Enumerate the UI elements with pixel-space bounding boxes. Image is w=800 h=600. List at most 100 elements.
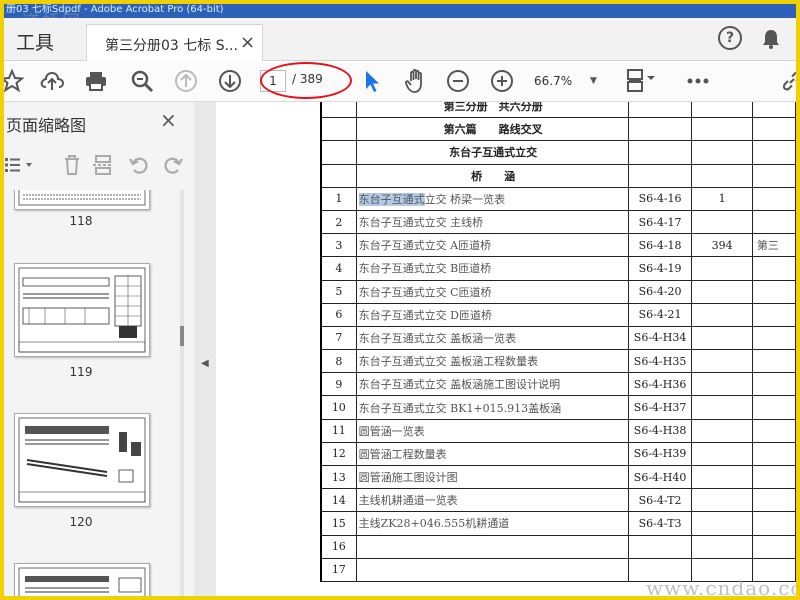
- drawing-code: S6-4-T3: [627, 511, 693, 536]
- row-number: 16: [320, 534, 357, 559]
- trash-icon[interactable]: [62, 154, 82, 180]
- help-icon[interactable]: ?: [718, 26, 742, 50]
- drawing-name: 东台子互通式立交 桥梁一览表: [355, 186, 629, 211]
- undo-icon[interactable]: [128, 154, 150, 180]
- drawing-name: 圆管涵施工图设计图: [355, 464, 629, 490]
- close-tab-icon[interactable]: ×: [240, 32, 255, 53]
- page-ref-text: 394: [711, 238, 733, 252]
- page-display-icon[interactable]: [624, 67, 660, 95]
- remark: [751, 372, 796, 397]
- panel-collapse-handle[interactable]: ◀: [194, 102, 216, 596]
- page-thumbnail[interactable]: [14, 263, 150, 357]
- table-row: 3 东台子互通式立交 A匝道桥 S6-4-18 394 第三: [320, 233, 796, 258]
- drawing-name-text: 东台子互通式立交 盖板涵一览表: [358, 331, 517, 345]
- print-icon[interactable]: [82, 67, 110, 95]
- drawing-name-text: 东台子互通式立交 盖板涵施工图设计说明: [358, 378, 561, 392]
- panel-toolbar: [4, 150, 194, 180]
- drawing-name: 主线ZK28+046.555机耕通道: [355, 511, 629, 536]
- options-menu-icon[interactable]: [4, 156, 34, 178]
- tab-tools[interactable]: 工具: [16, 28, 54, 55]
- tab-document[interactable]: 第三分册03 七标 S... ×: [86, 24, 263, 62]
- close-panel-icon[interactable]: ×: [160, 108, 177, 132]
- document-viewport[interactable]: 第三分册 共六分册 第六篇 路线交叉 东台子互通式立交 桥 涵 1 东台子互通式…: [216, 102, 796, 596]
- row-number: 5: [320, 279, 357, 304]
- drawing-name-text: 东台子互通式立交 主线桥: [358, 216, 484, 230]
- drawing-name: 主线机耕通道一览表: [355, 488, 629, 513]
- title-bar: 册03 七标Sdpdf - Adobe Acrobat Pro (64-bit): [4, 4, 796, 18]
- page-down-icon[interactable]: [216, 67, 244, 95]
- row-number: 4: [320, 256, 357, 281]
- remark: [751, 418, 796, 443]
- drawing-code-text: S6-4-H36: [633, 377, 687, 391]
- remark: [751, 441, 796, 467]
- drawing-name-text: 东台子互通式立交 C匝道桥: [358, 285, 492, 299]
- remark: [751, 209, 796, 235]
- link-icon[interactable]: [778, 67, 796, 95]
- table-row: 13 圆管涵施工图设计图 S6-4-H40: [320, 464, 796, 490]
- upload-icon[interactable]: [38, 67, 66, 95]
- row-number-text: 8: [335, 354, 343, 368]
- page-ref: [691, 488, 753, 513]
- row-number-text: 13: [331, 470, 346, 484]
- zoom-level-value: 66.7%: [534, 74, 573, 88]
- page-ref: [691, 372, 753, 397]
- page-thumbnail[interactable]: [14, 563, 150, 596]
- drawing-name: 东台子互通式立交 C匝道桥: [355, 279, 629, 304]
- row-number: 9: [320, 372, 357, 397]
- row-number-text: 17: [331, 563, 346, 577]
- page-ref: [691, 209, 753, 235]
- document-tab-label: 第三分册03 七标 S...: [105, 38, 238, 54]
- row-number: 12: [320, 441, 357, 467]
- remark: [751, 511, 796, 536]
- drawing-code-text: S6-4-H38: [633, 424, 687, 438]
- star-icon[interactable]: [4, 67, 26, 95]
- row-number-text: 10: [331, 401, 346, 415]
- redo-icon[interactable]: [162, 154, 184, 180]
- zoom-in-icon[interactable]: [488, 67, 516, 95]
- tab-bar: 工具 第三分册03 七标 S... × ?: [4, 18, 796, 62]
- drawing-code: S6-4-H35: [627, 349, 693, 374]
- text-selection-highlight[interactable]: 东台子互通式: [358, 192, 425, 206]
- remark: [751, 325, 796, 351]
- drawing-code-text: S6-4-16: [638, 192, 682, 206]
- page-ref: [691, 464, 753, 490]
- page-ref: [691, 418, 753, 443]
- drawing-code: S6-4-H40: [627, 464, 693, 490]
- drawing-code-text: S6-4-H37: [633, 401, 687, 415]
- acrobat-window: 册03 七标Sdpdf - Adobe Acrobat Pro (64-bit)…: [4, 4, 796, 596]
- table-row: 9 东台子互通式立交 盖板涵施工图设计说明 S6-4-H36: [320, 372, 796, 397]
- page-up-icon[interactable]: [172, 67, 200, 95]
- drawing-name: 东台子互通式立交 B匝道桥: [355, 256, 629, 281]
- select-cursor-icon[interactable]: [358, 67, 386, 95]
- row-number-text: 9: [335, 377, 343, 391]
- thumbnail-page-number: 119: [69, 365, 93, 379]
- row-number: 10: [320, 395, 357, 420]
- page-thumbnail[interactable]: [14, 413, 150, 507]
- row-number: 13: [320, 464, 357, 490]
- scrollbar-thumb[interactable]: [180, 326, 184, 346]
- thumbnail-page-number: 120: [69, 515, 93, 529]
- drawing-name-text: 圆管涵一览表: [358, 424, 425, 438]
- zoom-level-dropdown[interactable]: 66.7% ▼: [534, 70, 604, 92]
- bell-icon[interactable]: [760, 28, 782, 50]
- zoom-search-icon[interactable]: [128, 67, 156, 95]
- drawing-code: S6-4-18: [627, 233, 693, 258]
- row-number-text: 16: [331, 540, 346, 554]
- table-row: 8 东台子互通式立交 盖板涵工程数量表 S6-4-H35: [320, 349, 796, 374]
- table-row: 4 东台子互通式立交 B匝道桥 S6-4-19: [320, 256, 796, 281]
- thumbnail-scrollbar[interactable]: [180, 190, 184, 596]
- hand-icon[interactable]: [402, 67, 430, 95]
- drawing-name: 东台子互通式立交 A匝道桥: [355, 233, 629, 258]
- drawing-name: 圆管涵工程数量表: [355, 441, 629, 467]
- page-thumbnail[interactable]: [14, 190, 150, 210]
- extract-pages-icon[interactable]: [92, 154, 114, 180]
- thumbnail-panel: 页面缩略图 × 118 119 120: [4, 102, 195, 596]
- zoom-out-icon[interactable]: [444, 67, 472, 95]
- table-row: 2 东台子互通式立交 主线桥 S6-4-17: [320, 209, 796, 235]
- row-number: 15: [320, 511, 357, 536]
- remark: [751, 534, 796, 559]
- red-annotation-oval: [260, 62, 352, 99]
- drawing-name-text: 圆管涵施工图设计图: [358, 471, 458, 485]
- more-icon[interactable]: [684, 67, 712, 95]
- remark-text: 第三: [756, 239, 779, 253]
